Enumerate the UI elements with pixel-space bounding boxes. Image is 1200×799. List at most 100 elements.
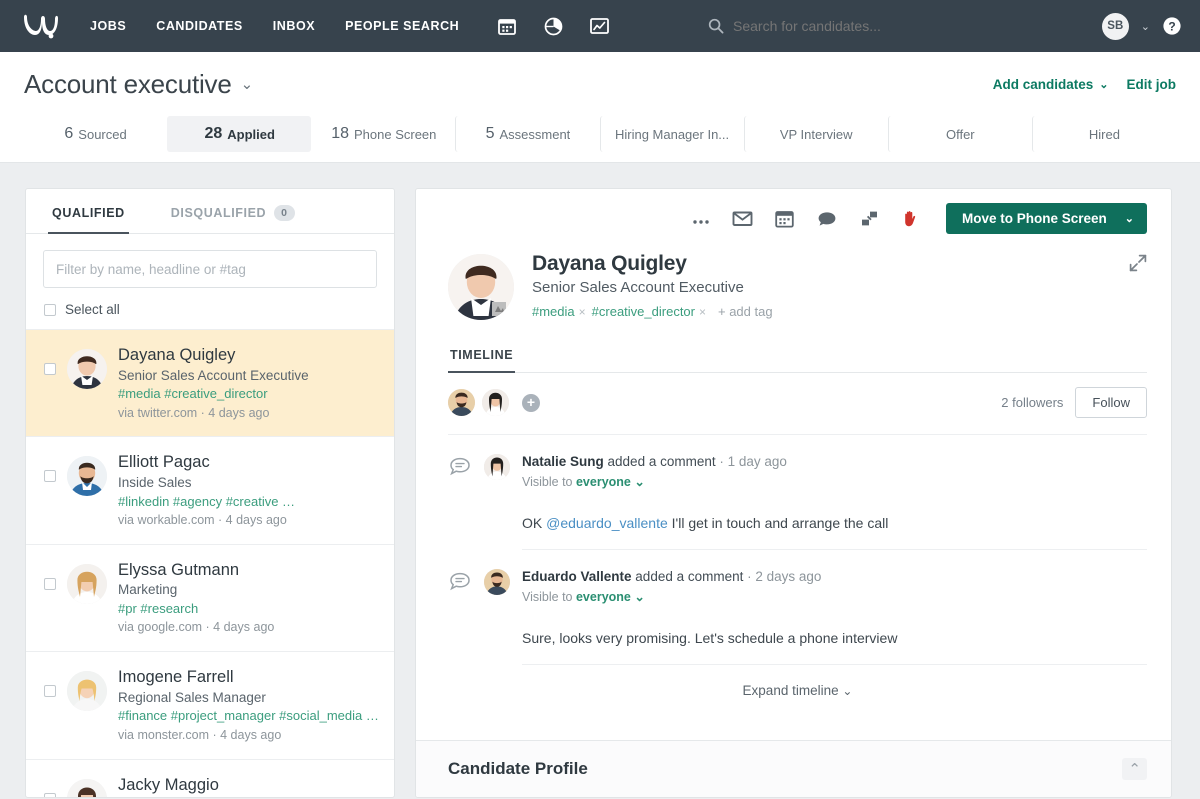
user-avatar-initials[interactable]: SB [1102,13,1129,40]
candidate-tags[interactable]: #finance #project_manager #social_media … [118,707,380,725]
stage-tab-assessment[interactable]: 5 Assessment [455,116,599,152]
remove-tag-media-icon[interactable]: × [579,305,586,319]
candidate-checkbox[interactable] [44,685,56,697]
move-button-label: Move to Phone Screen [946,211,1121,226]
nav-link-jobs[interactable]: JOBS [90,19,126,33]
select-all-checkbox[interactable] [44,304,56,316]
follower-avatar[interactable] [482,389,509,416]
comment-icon[interactable] [816,208,838,230]
nav-link-candidates[interactable]: CANDIDATES [156,19,243,33]
chevron-down-icon: ⌄ [842,684,852,698]
more-options-icon[interactable] [690,208,712,230]
filter-input[interactable] [43,250,377,288]
disqualify-hand-icon[interactable] [900,208,922,230]
list-item[interactable]: Jacky Maggio Outside Sales [26,759,394,797]
candidate-checkbox[interactable] [44,793,56,797]
candidate-checkbox[interactable] [44,578,56,590]
visibility-value[interactable]: everyone [576,590,631,604]
follow-controls: 2 followers Follow [1001,387,1147,418]
candidate-checkbox[interactable] [44,363,56,375]
visibility-value[interactable]: everyone [576,475,631,489]
candidate-tags[interactable]: #media #creative_director [118,385,380,403]
candidate-checkbox[interactable] [44,470,56,482]
tab-disqualified[interactable]: DISQUALIFIED 0 [167,189,299,234]
visibility-prefix: Visible to [522,590,573,604]
chevron-down-icon: ⌄ [1099,78,1108,91]
tag-creative-director[interactable]: #creative_director [592,304,695,319]
list-item[interactable]: Elliott Pagac Inside Sales #linkedin #ag… [26,436,394,543]
add-follower-plus-circle-icon[interactable]: + [522,394,540,412]
workable-logo-icon[interactable] [18,11,64,41]
nav-links: JOBS CANDIDATES INBOX PEOPLE SEARCH [90,19,459,33]
pie-chart-icon[interactable] [543,16,563,36]
add-tag-button[interactable]: + add tag [718,304,773,319]
add-candidates-button[interactable]: Add candidates ⌄ [993,77,1109,92]
stage-label: Hired [1089,127,1120,142]
comment-text-after: I'll get in touch and arrange the call [668,515,889,531]
visibility-chevron-down-icon[interactable]: ⌄ [634,590,644,604]
candidate-name: Dayana Quigley [118,345,380,366]
avatar[interactable] [484,569,510,595]
select-all-row[interactable]: Select all [26,288,394,329]
event-action: added a comment [635,569,743,584]
stage-tab-phone-screen[interactable]: 18 Phone Screen [311,116,455,152]
search-icon [708,18,724,34]
tag-media[interactable]: #media [532,304,575,319]
tab-qualified[interactable]: QUALIFIED [48,189,129,234]
visibility-prefix: Visible to [522,475,573,489]
stage-tab-applied[interactable]: 28 Applied [167,116,311,152]
candidate-list-panel: QUALIFIED DISQUALIFIED 0 Select all Daya [25,188,395,798]
tab-timeline[interactable]: TIMELINE [448,342,515,373]
global-search [639,18,1102,34]
list-item[interactable]: Imogene Farrell Regional Sales Manager #… [26,651,394,758]
nav-link-inbox[interactable]: INBOX [273,19,315,33]
stage-tab-vp-interview[interactable]: VP Interview [744,116,888,152]
candidate-detail-panel: Move to Phone Screen ⌄ Dayana Quigley Se… [415,188,1172,798]
event-timestamp: · 1 day ago [719,454,787,469]
event-author[interactable]: Natalie Sung [522,454,604,469]
stage-tab-offer[interactable]: Offer [888,116,1032,152]
candidate-tags[interactable]: #pr #research [118,600,380,618]
page-title: Account executive [24,69,232,100]
chevron-up-icon[interactable]: ⌃ [1122,758,1147,780]
candidate-tags[interactable]: #linkedin #agency #creative … [118,493,380,511]
expand-timeline-label: Expand timeline [743,683,839,698]
main-content: QUALIFIED DISQUALIFIED 0 Select all Daya [0,163,1200,798]
expand-timeline-button[interactable]: Expand timeline ⌄ [448,665,1147,714]
candidate-list[interactable]: Dayana Quigley Senior Sales Account Exec… [26,329,394,797]
candidate-name: Jacky Maggio [118,775,380,796]
move-to-phone-screen-button[interactable]: Move to Phone Screen ⌄ [946,203,1147,234]
calendar-icon[interactable] [774,208,796,230]
follower-avatar[interactable] [448,389,475,416]
user-menu-chevron-down-icon[interactable]: ⌄ [1141,20,1150,33]
remove-tag-creative-director-icon[interactable]: × [699,305,706,319]
stage-tab-sourced[interactable]: 6 Sourced [24,116,167,152]
mention-link[interactable]: @eduardo_vallente [546,515,668,531]
email-icon[interactable] [732,208,754,230]
candidate-profile-section-header[interactable]: Candidate Profile ⌃ [416,740,1171,797]
stage-tab-hired[interactable]: Hired [1032,116,1176,152]
avatar[interactable] [484,454,510,480]
stage-tab-hiring-manager-interview[interactable]: Hiring Manager In... [600,116,744,152]
event-author[interactable]: Eduardo Vallente [522,569,632,584]
nav-link-people-search[interactable]: PEOPLE SEARCH [345,19,459,33]
help-icon[interactable]: ? [1162,16,1182,36]
reports-image-icon[interactable] [589,16,609,36]
job-title-chevron-down-icon[interactable]: ⌄ [241,75,254,93]
list-item[interactable]: Dayana Quigley Senior Sales Account Exec… [26,329,394,436]
search-box[interactable] [708,18,1033,34]
list-item[interactable]: Elyssa Gutmann Marketing #pr #research v… [26,544,394,651]
follow-button[interactable]: Follow [1075,387,1147,418]
visibility-chevron-down-icon[interactable]: ⌄ [634,475,644,489]
candidate-headline: Regional Sales Manager [118,688,380,708]
chevron-down-icon[interactable]: ⌄ [1121,212,1147,225]
avatar [67,564,107,604]
move-stage-icon[interactable] [858,208,880,230]
event-timestamp: · 2 days ago [747,569,821,584]
disqualified-count-badge: 0 [274,205,294,221]
calendar-icon[interactable] [497,16,517,36]
search-input[interactable] [733,18,1033,34]
expand-diagonal-icon[interactable] [1129,254,1149,274]
stage-label: Phone Screen [354,127,436,142]
edit-job-button[interactable]: Edit job [1127,77,1177,92]
